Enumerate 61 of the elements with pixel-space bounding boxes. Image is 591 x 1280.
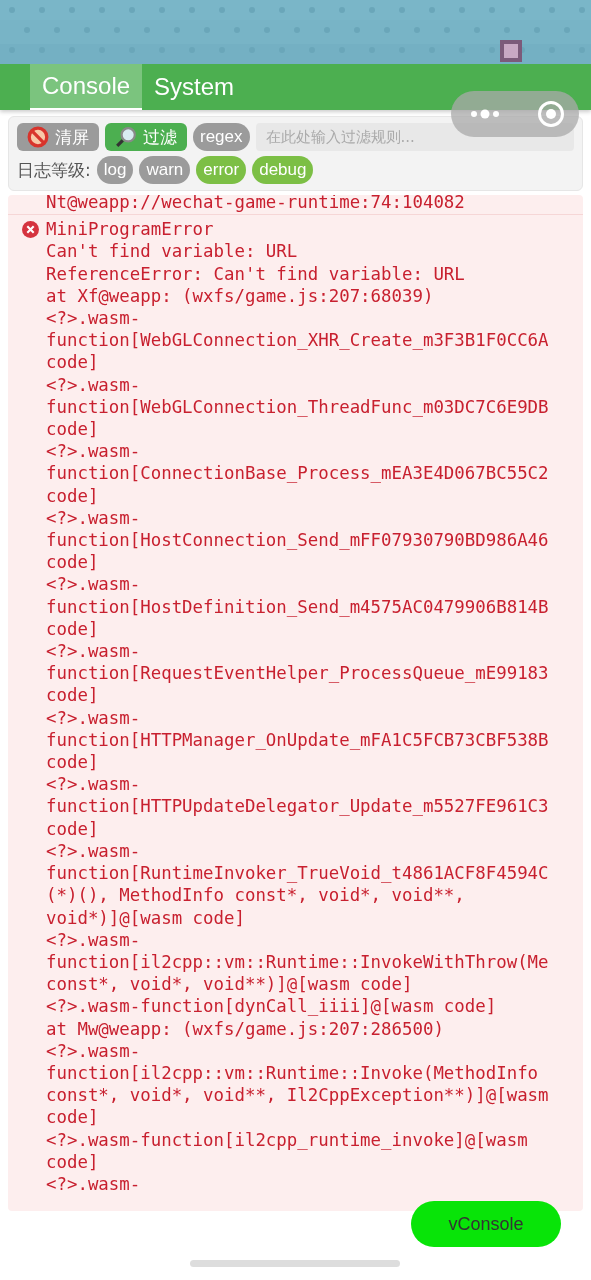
log-line: const*, void*, void**)]@[wasm code] [46, 973, 413, 996]
log-line: function[ConnectionBase_Process_mEA3E4D067BC55C2 [46, 462, 549, 485]
log-line: code] [46, 617, 99, 641]
log-line: void*)]@[wasm code] [46, 906, 245, 929]
log-line: MiniProgramError [46, 218, 214, 241]
log-line: <?>.wasm- [46, 928, 141, 951]
log-line: const*, void*, void**, Il2CppException**)]@[wasm [46, 1084, 549, 1107]
log-line: function[HostDefinition_Send_m4575AC0479906B814B [46, 595, 549, 618]
log-line: <?>.wasm- [46, 839, 141, 863]
log-line: function[HTTPManager_OnUpdate_mFA1C5FCB73CBF538B [46, 728, 549, 752]
log-level-toggle[interactable]: log [96, 156, 134, 184]
log-line: <?>.wasm- [46, 307, 141, 330]
log-line: Nt@weapp://wechat-game-runtime:74:104082 [46, 195, 465, 214]
filter-field[interactable]: 在此处输入过滤规则... [255, 123, 574, 151]
log-line: <?>.wasm- [46, 1172, 141, 1196]
log-level-toggle[interactable]: debug [252, 156, 314, 184]
more-dots-icon[interactable] [469, 108, 501, 120]
prohibited-icon [27, 126, 49, 148]
log-line: function[HostConnection_Send_mFF07930790BD986A46 [46, 529, 549, 552]
log-line: function[RequestEventHelper_ProcessQueue_mE99183 [46, 662, 549, 685]
vconsole-button[interactable]: vConsole [411, 1201, 561, 1247]
log-line: code] [46, 1150, 99, 1173]
log-line: code] [46, 751, 99, 774]
log-line: <?>.wasm-function[dynCall_iiii]@[wasm code] [46, 995, 497, 1018]
log-line: code] [46, 351, 99, 374]
log-line: <?>.wasm-function[il2cpp_runtime_invoke]@[wasm [46, 1128, 528, 1151]
log-line: function[il2cpp::vm::Runtime::Invoke(MethodInfo [46, 1061, 539, 1085]
log-line: function[il2cpp::vm::Runtime::InvokeWithThrow(Me [46, 950, 549, 974]
clear-button[interactable]: 清屏 [17, 123, 99, 151]
log-line: <?>.wasm- [46, 373, 141, 396]
log-line: at Mw@weapp: (wxfs/game.js:207:286500) [46, 1017, 444, 1040]
log-line: <?>.wasm- [46, 706, 141, 729]
log-line: Can't find variable: URL [46, 240, 298, 263]
log-line: code] [46, 484, 99, 507]
tab[interactable]: Console [30, 64, 143, 110]
log-line: <?>.wasm- [46, 1039, 141, 1062]
log-level-toggle[interactable]: error [196, 156, 247, 184]
log-line: <?>.wasm- [46, 573, 141, 596]
log-line: <?>.wasm- [46, 506, 141, 530]
tab[interactable]: System [142, 64, 247, 110]
log-line: <?>.wasm- [46, 440, 141, 463]
magnifier-icon [115, 126, 137, 148]
regex-button[interactable]: regex [193, 123, 250, 151]
log-line: code] [46, 684, 99, 707]
log-line: function[HTTPUpdateDelegator_Update_m5527FE961C3 [46, 795, 549, 818]
log-level-toggle[interactable]: warn [139, 156, 191, 184]
log-line: code] [46, 1106, 99, 1129]
log-line: code] [46, 551, 99, 574]
error-icon [22, 220, 39, 238]
log-line: code] [46, 817, 99, 840]
log-line: function[RuntimeInvoker_TrueVoid_t4861ACF8F4594C [46, 862, 549, 885]
log-line: at Xf@weapp: (wxfs/game.js:207:68039) [46, 284, 434, 307]
filter-button[interactable]: 过滤 [105, 123, 187, 151]
log-level-label: 日志等级: [17, 158, 91, 182]
log-line: <?>.wasm- [46, 773, 141, 796]
log-line: ReferenceError: Can't find variable: URL [46, 262, 465, 285]
log-line: (*)(), MethodInfo const*, void*, void**, [46, 884, 465, 907]
log-line: code] [46, 418, 99, 441]
log-line: function[WebGLConnection_XHR_Create_m3F3B1F0CC6A [46, 329, 549, 352]
log-line: function[WebGLConnection_ThreadFunc_m03DC7C6E9DB [46, 395, 549, 419]
log-line: <?>.wasm- [46, 640, 141, 663]
